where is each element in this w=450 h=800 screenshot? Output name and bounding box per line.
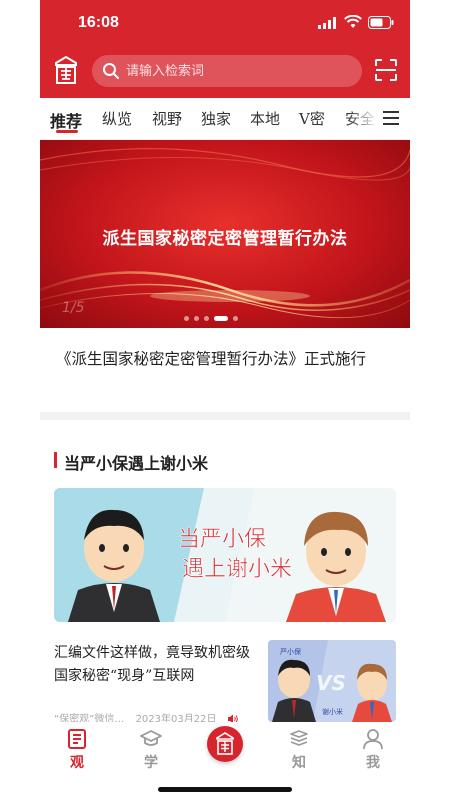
seal-logo-icon	[216, 732, 234, 755]
seal-logo-icon[interactable]	[52, 55, 80, 85]
status-bar: 16:08	[40, 0, 410, 44]
app-screen: 16:08 请输入检索词 推荐 纵览 视野 独家 本地 V密 派生国家秘密定密管…	[40, 0, 410, 800]
feature-image-text-1: 当严小保	[178, 527, 266, 552]
graduation-cap-icon	[140, 730, 162, 746]
tab-v-secret[interactable]: V密	[299, 108, 325, 129]
cellular-signal-icon	[318, 17, 336, 29]
banner-counter: 1/5	[62, 300, 85, 316]
article-title[interactable]: 汇编文件这样做，竟导致机密级国家秘密“现身”互联网	[54, 642, 254, 688]
tab-local[interactable]: 本地	[250, 108, 280, 129]
tab-recommend[interactable]: 推荐	[50, 108, 82, 132]
tab-overview[interactable]: 纵览	[102, 108, 132, 129]
thumb-label-vs: VS	[316, 671, 346, 695]
tab-exclusive[interactable]: 独家	[201, 108, 231, 129]
carousel-dot-active[interactable]	[214, 316, 228, 321]
headline-link[interactable]: 《派生国家秘密定密管理暂行办法》正式施行	[56, 347, 402, 369]
feature-image-text-2: 遇上谢小米	[182, 557, 292, 582]
active-tab-indicator	[56, 130, 78, 133]
section-divider	[40, 412, 410, 420]
tab-fade	[348, 98, 378, 139]
newspaper-icon	[68, 729, 86, 749]
scan-icon[interactable]	[374, 58, 398, 82]
carousel-indicator	[184, 308, 243, 321]
nav-item-know[interactable]: 知	[274, 728, 324, 772]
nav-item-view[interactable]: 观	[52, 728, 102, 772]
nav-label-view: 观	[70, 755, 84, 771]
cartoon-illustration: 当严小保 遇上谢小米	[54, 488, 396, 622]
thumb-label-right: 谢小米	[322, 707, 343, 716]
status-time: 16:08	[78, 14, 119, 31]
banner-carousel[interactable]: 派生国家秘密定密管理暂行办法 1/5	[40, 140, 410, 328]
nav-item-learn[interactable]: 学	[126, 728, 176, 772]
section-title[interactable]: 当严小保遇上谢小米	[64, 450, 208, 474]
carousel-dot[interactable]	[204, 316, 209, 321]
nav-item-me[interactable]: 我	[348, 728, 398, 772]
nav-label-learn: 学	[144, 755, 158, 771]
article-thumbnail-illustration: 严小保 VS 谢小米	[268, 640, 396, 722]
article-item[interactable]: 汇编文件这样做，竟导致机密级国家秘密“现身”互联网 “保密观”微信… 2023年…	[54, 640, 396, 725]
carousel-dot[interactable]	[194, 316, 199, 321]
home-indicator[interactable]	[158, 787, 292, 792]
carousel-dot[interactable]	[184, 316, 189, 321]
user-icon	[363, 729, 383, 750]
wifi-icon	[344, 15, 362, 28]
search-bar[interactable]	[92, 55, 362, 87]
nav-label-me: 我	[366, 755, 380, 771]
search-input[interactable]	[126, 55, 346, 87]
section-accent-bar	[54, 452, 57, 468]
nav-label-know: 知	[292, 755, 306, 771]
nav-item-home[interactable]	[207, 726, 243, 762]
banner-title: 派生国家秘密定密管理暂行办法	[102, 229, 348, 249]
battery-icon	[368, 16, 394, 29]
category-tabs: 推荐 纵览 视野 独家 本地 V密 安全	[40, 98, 410, 140]
tab-vision[interactable]: 视野	[152, 108, 182, 129]
article-thumbnail[interactable]: 严小保 VS 谢小米	[268, 640, 396, 722]
header: 16:08	[40, 0, 410, 98]
thumb-label-left: 严小保	[280, 647, 301, 656]
search-icon	[103, 63, 119, 79]
carousel-dot[interactable]	[233, 316, 238, 321]
menu-icon[interactable]	[382, 109, 400, 127]
feature-image[interactable]: 当严小保 遇上谢小米	[54, 488, 396, 622]
books-icon	[290, 730, 308, 746]
bottom-navigation: 观 学 知 我	[40, 722, 410, 800]
